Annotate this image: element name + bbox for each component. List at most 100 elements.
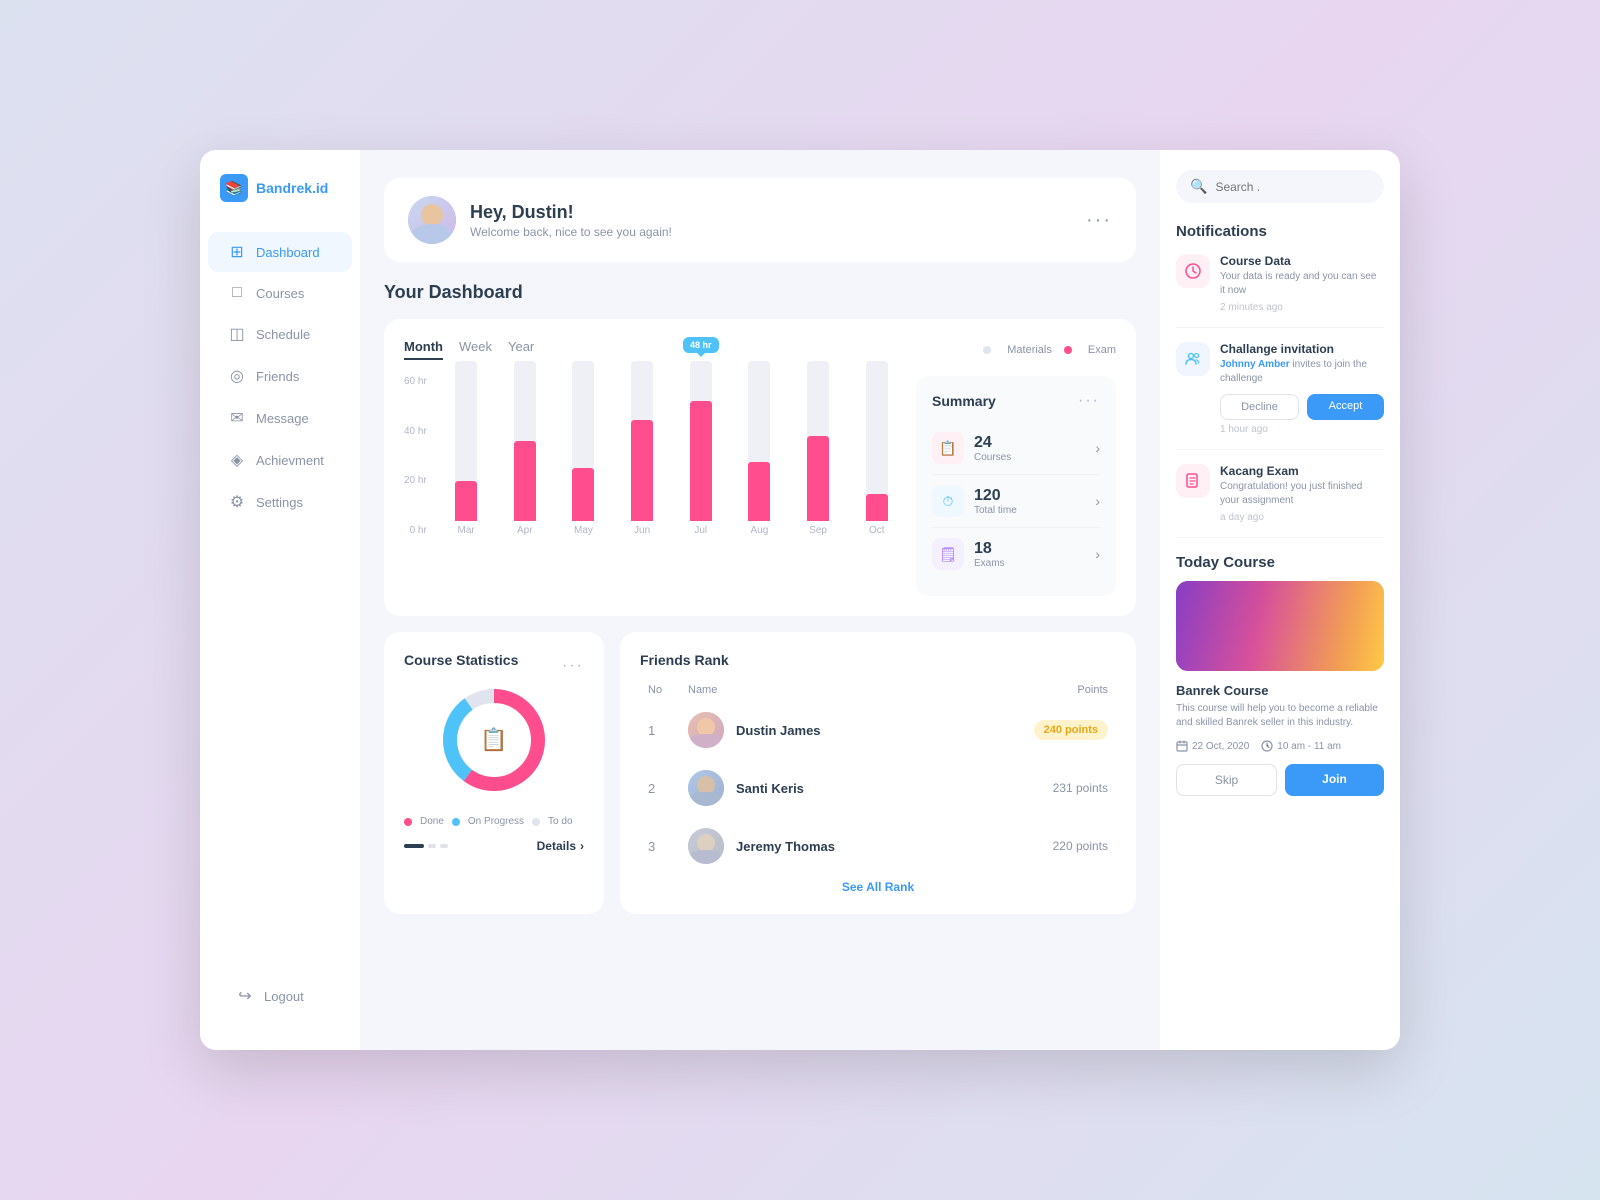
rank-row[interactable]: 2 Santi Keris 231 points: [640, 762, 1116, 814]
settings-icon: ⚙: [228, 492, 246, 512]
nav-dot-active[interactable]: [404, 844, 424, 848]
notifications-title: Notifications: [1176, 223, 1384, 240]
sidebar-item-label: Message: [256, 411, 309, 426]
summary-time-info: 120 Total time: [974, 487, 1095, 516]
rank-avatar-2: [688, 770, 724, 806]
legend-materials-dot: [983, 346, 991, 354]
search-input[interactable]: [1215, 180, 1370, 194]
pagination-dots: [404, 844, 448, 848]
bar-tooltip: 48 hr: [683, 337, 719, 353]
y-label-60: 60 hr: [404, 376, 427, 387]
decline-button[interactable]: Decline: [1220, 394, 1299, 420]
bar-stack: [748, 361, 770, 521]
header-menu-dots[interactable]: ···: [1086, 209, 1112, 232]
nav-dot-1[interactable]: [428, 844, 436, 848]
sidebar-item-dashboard[interactable]: ⊞ Dashboard: [208, 232, 352, 272]
rank-num-1: 1: [648, 723, 688, 738]
bar-month-label: Jul: [694, 525, 707, 536]
friends-header: Friends Rank: [640, 652, 1116, 668]
summary-time[interactable]: ⏱ 120 Total time ›: [932, 475, 1100, 528]
donut-center-icon: 📋: [480, 727, 507, 753]
rank-table-header: No Name Points: [640, 684, 1116, 696]
notif-title-3: Kacang Exam: [1220, 464, 1384, 478]
summary-courses-info: 24 Courses: [974, 434, 1095, 463]
activity-chart-card: Month Week Year Materials Exam: [384, 319, 1136, 616]
stats-details: Details ›: [404, 839, 584, 853]
nav-items: ⊞ Dashboard □ Courses ◫ Schedule ◎ Frien…: [200, 230, 360, 974]
sidebar-item-courses[interactable]: □ Courses: [208, 274, 352, 312]
document-icon: [1185, 473, 1201, 489]
nav-dot-2[interactable]: [440, 844, 448, 848]
right-panel: 🔍 Notifications Course Data Your data is…: [1160, 150, 1400, 1050]
details-link[interactable]: Details ›: [537, 839, 584, 853]
col-no: No: [648, 684, 688, 696]
sidebar-item-friends[interactable]: ◎ Friends: [208, 356, 352, 396]
bar-stack: [455, 361, 477, 521]
summary-time-num: 120: [974, 487, 1095, 505]
bar-stack: [631, 361, 653, 521]
stats-header: Course Statistics ···: [404, 652, 584, 680]
exams-arrow[interactable]: ›: [1095, 546, 1100, 562]
notif-title-2: Challange invitation: [1220, 342, 1384, 356]
dashboard-title: Your Dashboard: [384, 282, 1136, 303]
see-all-rank[interactable]: See All Rank: [640, 880, 1116, 894]
rank-name-1: Dustin James: [736, 723, 1034, 738]
sidebar-item-settings[interactable]: ⚙ Settings: [208, 482, 352, 522]
notif-icon-exam: [1176, 464, 1210, 498]
tab-week[interactable]: Week: [459, 339, 492, 360]
bar-gray: [514, 361, 536, 441]
header-card: Hey, Dustin! Welcome back, nice to see y…: [384, 178, 1136, 262]
notif-actions: Decline Accept: [1220, 394, 1384, 420]
summary-courses[interactable]: 📋 24 Courses ›: [932, 422, 1100, 475]
join-button[interactable]: Join: [1285, 764, 1384, 796]
details-label: Details: [537, 839, 576, 853]
logout-button[interactable]: ↪ Logout: [216, 976, 344, 1016]
bar-group: Mar: [439, 361, 494, 536]
bar-pink: [631, 420, 653, 521]
summary-header: Summary ···: [932, 392, 1100, 410]
legend-todo: To do: [532, 816, 572, 827]
course-desc: This course will help you to become a re…: [1176, 702, 1384, 730]
courses-arrow[interactable]: ›: [1095, 440, 1100, 456]
rank-row[interactable]: 3 Jeremy Thomas 220 points: [640, 820, 1116, 872]
course-time: 10 am - 11 am: [1261, 740, 1341, 752]
sidebar-item-label: Friends: [256, 369, 299, 384]
stats-dots-button[interactable]: ···: [562, 657, 584, 675]
rank-num-2: 2: [648, 781, 688, 796]
course-time-text: 10 am - 11 am: [1277, 741, 1341, 752]
sidebar-item-label: Schedule: [256, 327, 310, 342]
sidebar: 📚 Bandrek.id ⊞ Dashboard □ Courses ◫ Sch…: [200, 150, 360, 1050]
course-name: Banrek Course: [1176, 683, 1384, 698]
summary-exams[interactable]: 🗒 18 Exams ›: [932, 528, 1100, 580]
charts-row: Month Week Year Materials Exam: [384, 319, 1136, 616]
friends-icon: ◎: [228, 366, 246, 386]
bar-pink: [866, 494, 888, 521]
bar-gray: [690, 361, 712, 401]
sidebar-item-achievement[interactable]: ◈ Achievment: [208, 440, 352, 480]
accept-button[interactable]: Accept: [1307, 394, 1384, 420]
rank-row[interactable]: 1 Dustin James 240 points: [640, 704, 1116, 756]
rank-points-1: 240 points: [1034, 720, 1108, 740]
bar-stack: [690, 361, 712, 521]
bar-pink: [748, 462, 770, 521]
chart-header: Month Week Year Materials Exam: [404, 339, 1116, 360]
course-actions: Skip Join: [1176, 764, 1384, 796]
bar-stack: [572, 361, 594, 521]
search-box: 🔍: [1176, 170, 1384, 203]
time-arrow[interactable]: ›: [1095, 493, 1100, 509]
sidebar-item-label: Dashboard: [256, 245, 320, 260]
bar-stack: [807, 361, 829, 521]
bar-group: 48 hrJul: [673, 361, 728, 536]
bar-gray: [631, 361, 653, 420]
bar-gray: [866, 361, 888, 494]
sidebar-item-message[interactable]: ✉ Message: [208, 398, 352, 438]
schedule-icon: ◫: [228, 324, 246, 344]
todo-label: To do: [548, 816, 572, 827]
course-meta: 22 Oct, 2020 10 am - 11 am: [1176, 740, 1384, 752]
summary-dots[interactable]: ···: [1078, 392, 1100, 410]
notif-time-2: 1 hour ago: [1220, 424, 1384, 435]
tab-month[interactable]: Month: [404, 339, 443, 360]
sidebar-item-schedule[interactable]: ◫ Schedule: [208, 314, 352, 354]
tab-year[interactable]: Year: [508, 339, 534, 360]
skip-button[interactable]: Skip: [1176, 764, 1277, 796]
